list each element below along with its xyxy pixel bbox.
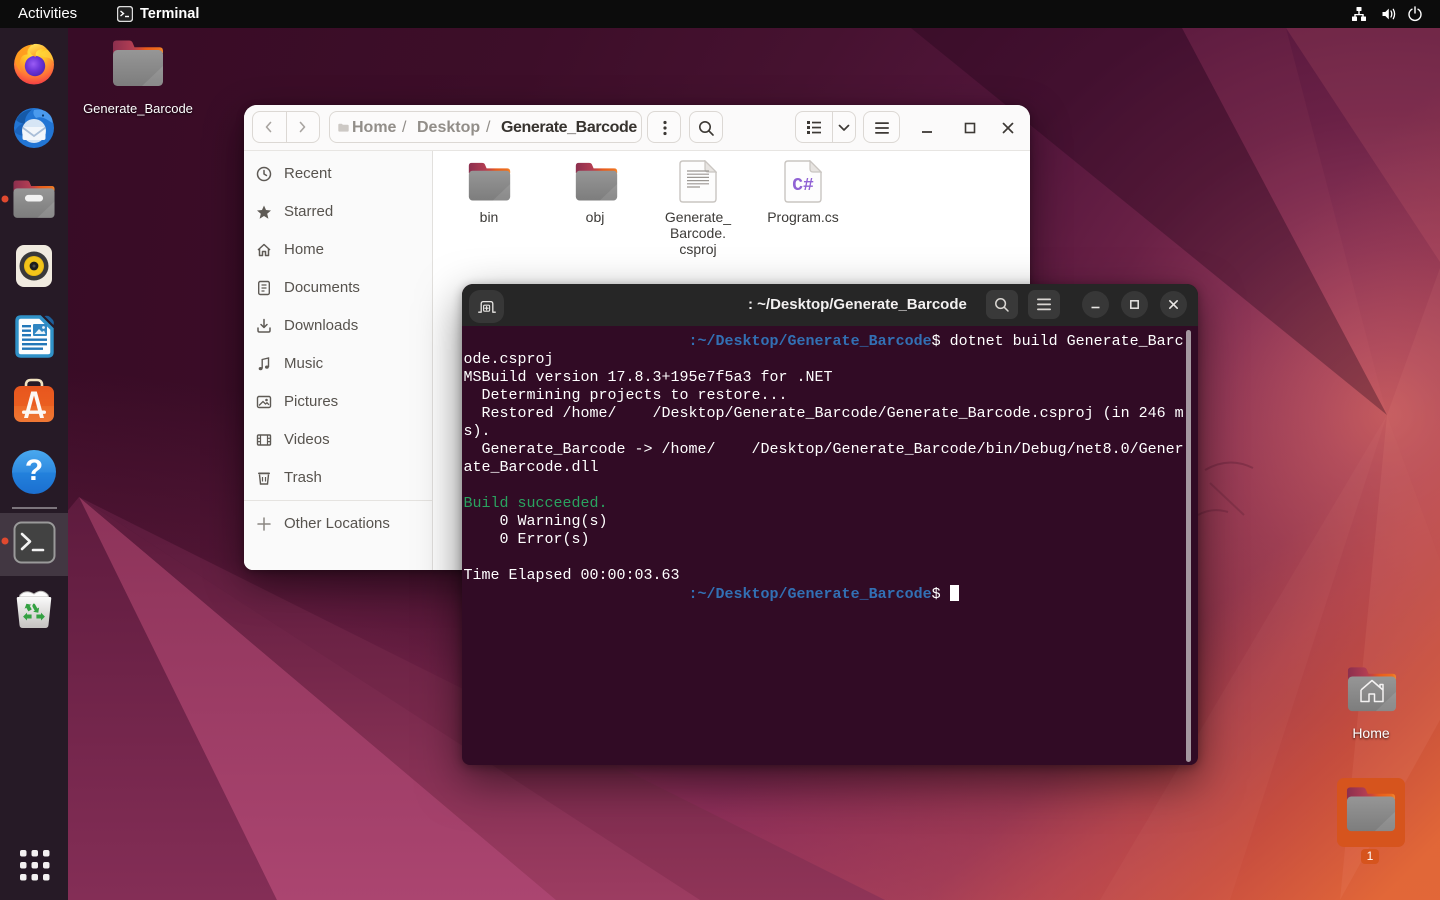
svg-text:?: ? — [25, 454, 43, 487]
